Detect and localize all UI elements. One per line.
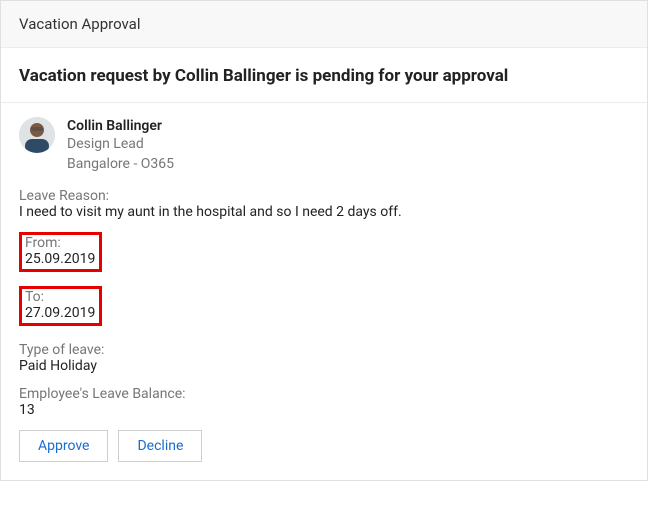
from-value: 25.09.2019 [25, 251, 95, 267]
card-header: Vacation Approval [1, 1, 647, 48]
card-body: Collin Ballinger Design Lead Bangalore -… [1, 103, 647, 480]
balance-label: Employee's Leave Balance: [19, 386, 629, 402]
requester-block: Collin Ballinger Design Lead Bangalore -… [19, 117, 629, 174]
balance-value: 13 [19, 402, 629, 418]
action-bar: Approve Decline [19, 430, 629, 462]
to-label: To: [25, 289, 95, 305]
card-header-title: Vacation Approval [19, 15, 140, 33]
requester-role: Design Lead [67, 135, 174, 155]
requester-info: Collin Ballinger Design Lead Bangalore -… [67, 117, 174, 174]
decline-button[interactable]: Decline [118, 430, 202, 462]
vacation-approval-card: Vacation Approval Vacation request by Co… [0, 0, 648, 481]
approve-button[interactable]: Approve [19, 430, 108, 462]
avatar-image [19, 117, 55, 153]
avatar [19, 117, 55, 153]
leave-type-value: Paid Holiday [19, 358, 629, 374]
from-date-highlight: From: 25.09.2019 [19, 232, 102, 272]
requester-name: Collin Ballinger [67, 117, 174, 135]
from-label: From: [25, 235, 95, 251]
to-value: 27.09.2019 [25, 305, 95, 321]
leave-reason-label: Leave Reason: [19, 188, 629, 204]
card-title: Vacation request by Collin Ballinger is … [1, 48, 647, 103]
requester-location: Bangalore - O365 [67, 155, 174, 175]
to-date-highlight: To: 27.09.2019 [19, 286, 102, 326]
leave-reason-value: I need to visit my aunt in the hospital … [19, 204, 629, 220]
leave-type-label: Type of leave: [19, 342, 629, 358]
